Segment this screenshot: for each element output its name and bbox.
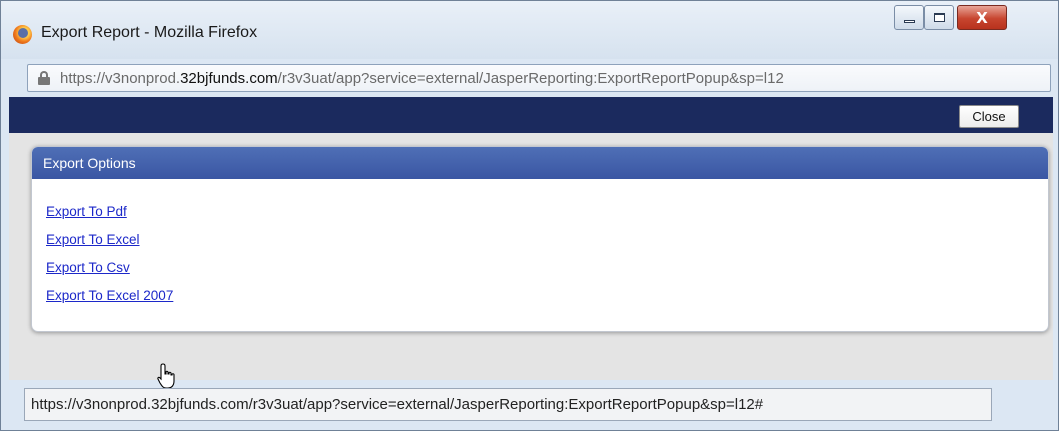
export-links: Export To Pdf Export To Excel Export To … <box>32 179 1048 314</box>
window-title: Export Report - Mozilla Firefox <box>41 24 258 41</box>
lock-icon <box>38 71 50 85</box>
url-host: 32bjfunds.com <box>180 70 278 87</box>
export-csv-link[interactable]: Export To Csv <box>46 258 130 286</box>
hand-pointer-icon <box>157 363 175 389</box>
panel-title: Export Options <box>32 147 1048 179</box>
browser-window: Export Report - Mozilla Firefox X https:… <box>0 0 1059 431</box>
url-bar[interactable]: https://v3nonprod.32bjfunds.com/r3v3uat/… <box>27 64 1051 92</box>
maximize-icon <box>933 13 945 22</box>
status-bar: https://v3nonprod.32bjfunds.com/r3v3uat/… <box>24 388 992 421</box>
window-close-button[interactable]: X <box>957 5 1007 30</box>
minimize-icon <box>903 19 915 23</box>
url-path: /r3v3uat/app?service=external/JasperRepo… <box>277 70 784 87</box>
export-excel-2007-link[interactable]: Export To Excel 2007 <box>46 286 173 314</box>
page-content: Close Export Options Export To Pdf Expor… <box>9 97 1053 380</box>
url-text: https://v3nonprod.32bjfunds.com/r3v3uat/… <box>60 70 784 87</box>
maximize-button[interactable] <box>924 5 954 30</box>
close-button[interactable]: Close <box>959 105 1019 128</box>
url-prefix: https://v3nonprod. <box>60 70 181 87</box>
minimize-button[interactable] <box>894 5 924 30</box>
export-options-panel: Export Options Export To Pdf Export To E… <box>31 146 1049 332</box>
firefox-icon <box>13 25 32 44</box>
title-bar[interactable]: Export Report - Mozilla Firefox X <box>1 1 1058 59</box>
export-pdf-link[interactable]: Export To Pdf <box>46 202 127 230</box>
export-excel-link[interactable]: Export To Excel <box>46 230 140 258</box>
top-navbar: Close <box>9 97 1053 133</box>
